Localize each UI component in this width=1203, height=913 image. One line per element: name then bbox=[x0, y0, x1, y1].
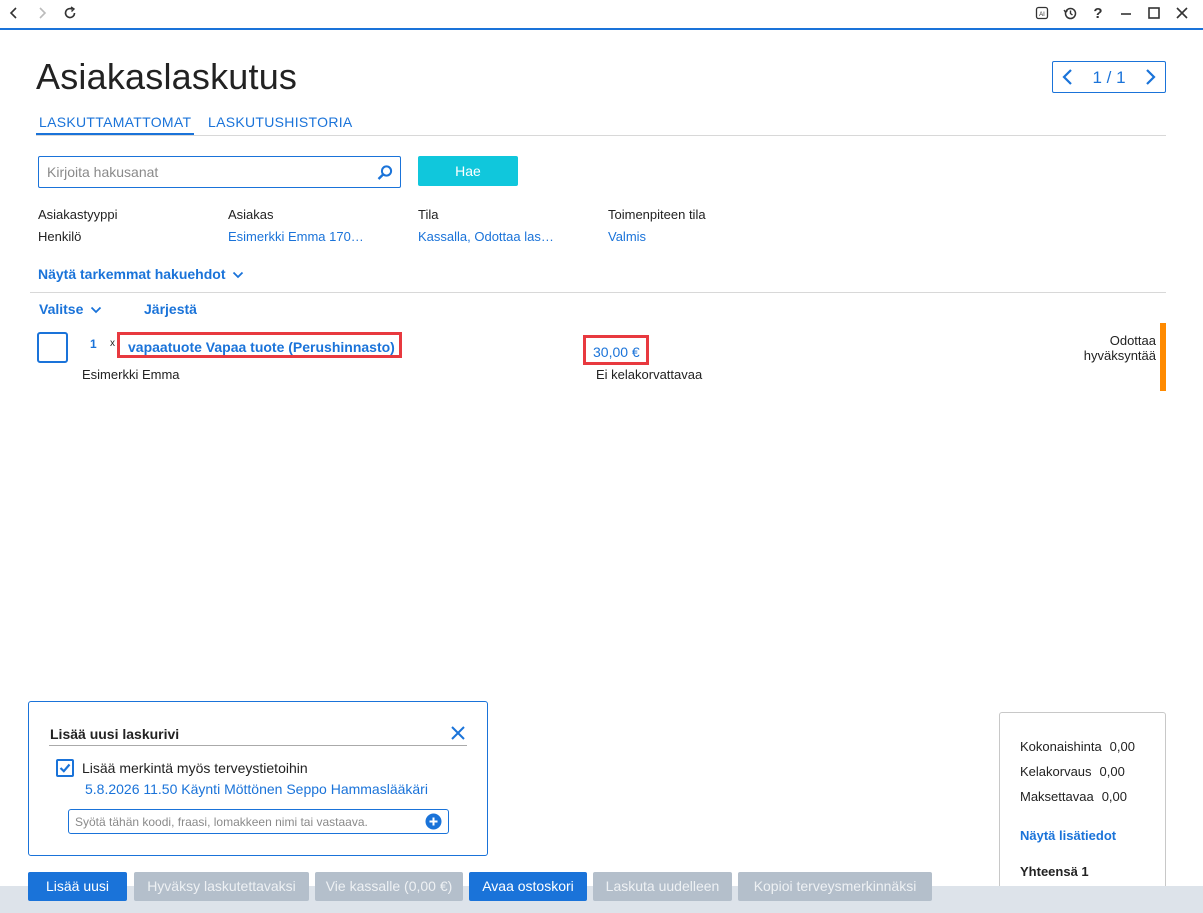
row-price-link[interactable]: 30,00 € bbox=[583, 335, 649, 365]
filter-label: Asiakas bbox=[228, 207, 274, 222]
maximize-icon[interactable] bbox=[1144, 4, 1164, 24]
pager: 1 / 1 bbox=[1052, 61, 1166, 93]
summary-box: Kokonaishinta 0,00 Kelakorvaus 0,00 Makset… bbox=[999, 712, 1166, 902]
summary-count: Yhteensä 1 bbox=[1020, 864, 1089, 879]
summary-payable: Maksettavaa 0,00 bbox=[1020, 789, 1127, 804]
add-new-button[interactable]: Lisää uusi bbox=[28, 872, 127, 901]
open-cart-button[interactable]: Avaa ostoskori bbox=[469, 872, 587, 901]
tab-bar: LASKUTTAMATTOMAT LASKUTUSHISTORIA bbox=[36, 114, 1166, 136]
filter-label: Tila bbox=[418, 207, 439, 222]
summary-label: Kokonaishinta bbox=[1020, 739, 1102, 754]
health-record-checkbox-label[interactable]: Lisää merkintä myös terveystietoihin bbox=[82, 760, 308, 776]
tab-laskutushistoria[interactable]: LASKUTUSHISTORIA bbox=[205, 114, 356, 133]
refresh-icon[interactable] bbox=[60, 4, 80, 24]
row-status-line: hyväksyntää bbox=[1083, 348, 1156, 363]
show-details-link[interactable]: Näytä lisätiedot bbox=[1020, 828, 1116, 843]
select-label: Valitse bbox=[39, 301, 84, 317]
code-input-box bbox=[68, 809, 449, 834]
add-line-panel: Lisää uusi laskurivi Lisää merkintä myös… bbox=[28, 701, 488, 856]
row-customer: Esimerkki Emma bbox=[82, 367, 180, 382]
filter-customer[interactable]: Asiakas Esimerkki Emma 170… bbox=[228, 207, 378, 244]
panel-title: Lisää uusi laskurivi bbox=[50, 726, 180, 742]
visit-link[interactable]: 5.8.2026 11.50 Käynti Möttönen Seppo Ham… bbox=[85, 781, 428, 797]
tab-laskuttamattomat[interactable]: LASKUTTAMATTOMAT bbox=[36, 114, 195, 135]
history-icon[interactable] bbox=[1060, 4, 1080, 24]
back-icon[interactable] bbox=[4, 4, 24, 24]
row-checkbox[interactable] bbox=[37, 332, 68, 363]
filter-customer-type[interactable]: Asiakastyyppi Henkilö bbox=[38, 207, 218, 244]
more-filters-label: Näytä tarkemmat hakuehdot bbox=[38, 266, 226, 282]
copy-to-health-record-button[interactable]: Kopioi terveysmerkinnäksi bbox=[738, 872, 932, 901]
summary-kela: Kelakorvaus 0,00 bbox=[1020, 764, 1125, 779]
filter-value: Esimerkki Emma 170… bbox=[228, 229, 364, 244]
page-title: Asiakaslaskutus bbox=[36, 56, 298, 97]
previous-page-icon[interactable] bbox=[1057, 66, 1079, 88]
rebill-button[interactable]: Laskuta uudelleen bbox=[593, 872, 732, 901]
summary-value: 0,00 bbox=[1101, 789, 1128, 804]
checkmark-icon bbox=[59, 763, 71, 773]
summary-value: 0,00 bbox=[1099, 764, 1125, 779]
approve-button[interactable]: Hyväksy laskutettavaksi bbox=[134, 872, 309, 901]
filter-value: Kassalla, Odottaa las… bbox=[418, 229, 554, 244]
row-status-line: Odottaa bbox=[1109, 333, 1156, 348]
filter-value: Henkilö bbox=[38, 229, 82, 244]
divider bbox=[30, 292, 1166, 293]
summary-value: 0,00 bbox=[1109, 739, 1135, 754]
search-button[interactable]: Hae bbox=[418, 156, 518, 186]
minimize-icon[interactable] bbox=[1116, 4, 1136, 24]
window-titlebar: AI ? bbox=[0, 0, 1203, 30]
more-filters-toggle[interactable]: Näytä tarkemmat hakuehdot bbox=[38, 266, 244, 282]
filter-label: Asiakastyyppi bbox=[38, 207, 118, 222]
panel-divider bbox=[49, 745, 467, 746]
search-box bbox=[38, 156, 401, 188]
ai-icon[interactable]: AI bbox=[1032, 4, 1052, 24]
filter-label: Toimenpiteen tila bbox=[608, 207, 706, 222]
add-circle-icon[interactable] bbox=[425, 813, 442, 830]
status-indicator-bar bbox=[1160, 323, 1166, 391]
health-record-checkbox[interactable] bbox=[56, 759, 74, 777]
chevron-down-icon bbox=[233, 272, 244, 279]
code-input[interactable] bbox=[69, 810, 414, 833]
filter-value: Valmis bbox=[608, 229, 647, 244]
row-times-sign: x bbox=[110, 338, 115, 349]
row-product-link[interactable]: vapaatuote Vapaa tuote (Perushinnasto) bbox=[117, 332, 402, 358]
help-button[interactable]: ? bbox=[1088, 4, 1108, 24]
forward-icon[interactable] bbox=[32, 4, 52, 24]
row-quantity: 1 bbox=[90, 337, 97, 351]
close-icon[interactable] bbox=[1172, 4, 1192, 24]
close-icon[interactable] bbox=[448, 723, 468, 743]
page-counter: 1 / 1 bbox=[1092, 68, 1126, 87]
row-status: Odottaa hyväksyntää bbox=[1040, 333, 1156, 363]
search-icon[interactable] bbox=[376, 164, 394, 182]
filter-procedure-status[interactable]: Toimenpiteen tila Valmis bbox=[608, 207, 788, 244]
row-reimbursement: Ei kelakorvattavaa bbox=[596, 367, 703, 382]
chevron-down-icon bbox=[91, 307, 102, 314]
summary-label: Kelakorvaus bbox=[1020, 764, 1092, 779]
summary-label: Maksettavaa bbox=[1020, 789, 1094, 804]
search-input[interactable] bbox=[39, 157, 359, 187]
to-checkout-button[interactable]: Vie kassalle (0,00 €) bbox=[315, 872, 463, 901]
svg-text:AI: AI bbox=[1039, 12, 1045, 18]
sort-button[interactable]: Järjestä bbox=[144, 301, 197, 317]
select-menu-button[interactable]: Valitse bbox=[39, 301, 102, 317]
next-page-icon[interactable] bbox=[1139, 66, 1161, 88]
summary-total-price: Kokonaishinta 0,00 bbox=[1020, 739, 1135, 754]
filter-status[interactable]: Tila Kassalla, Odottaa las… bbox=[418, 207, 568, 244]
